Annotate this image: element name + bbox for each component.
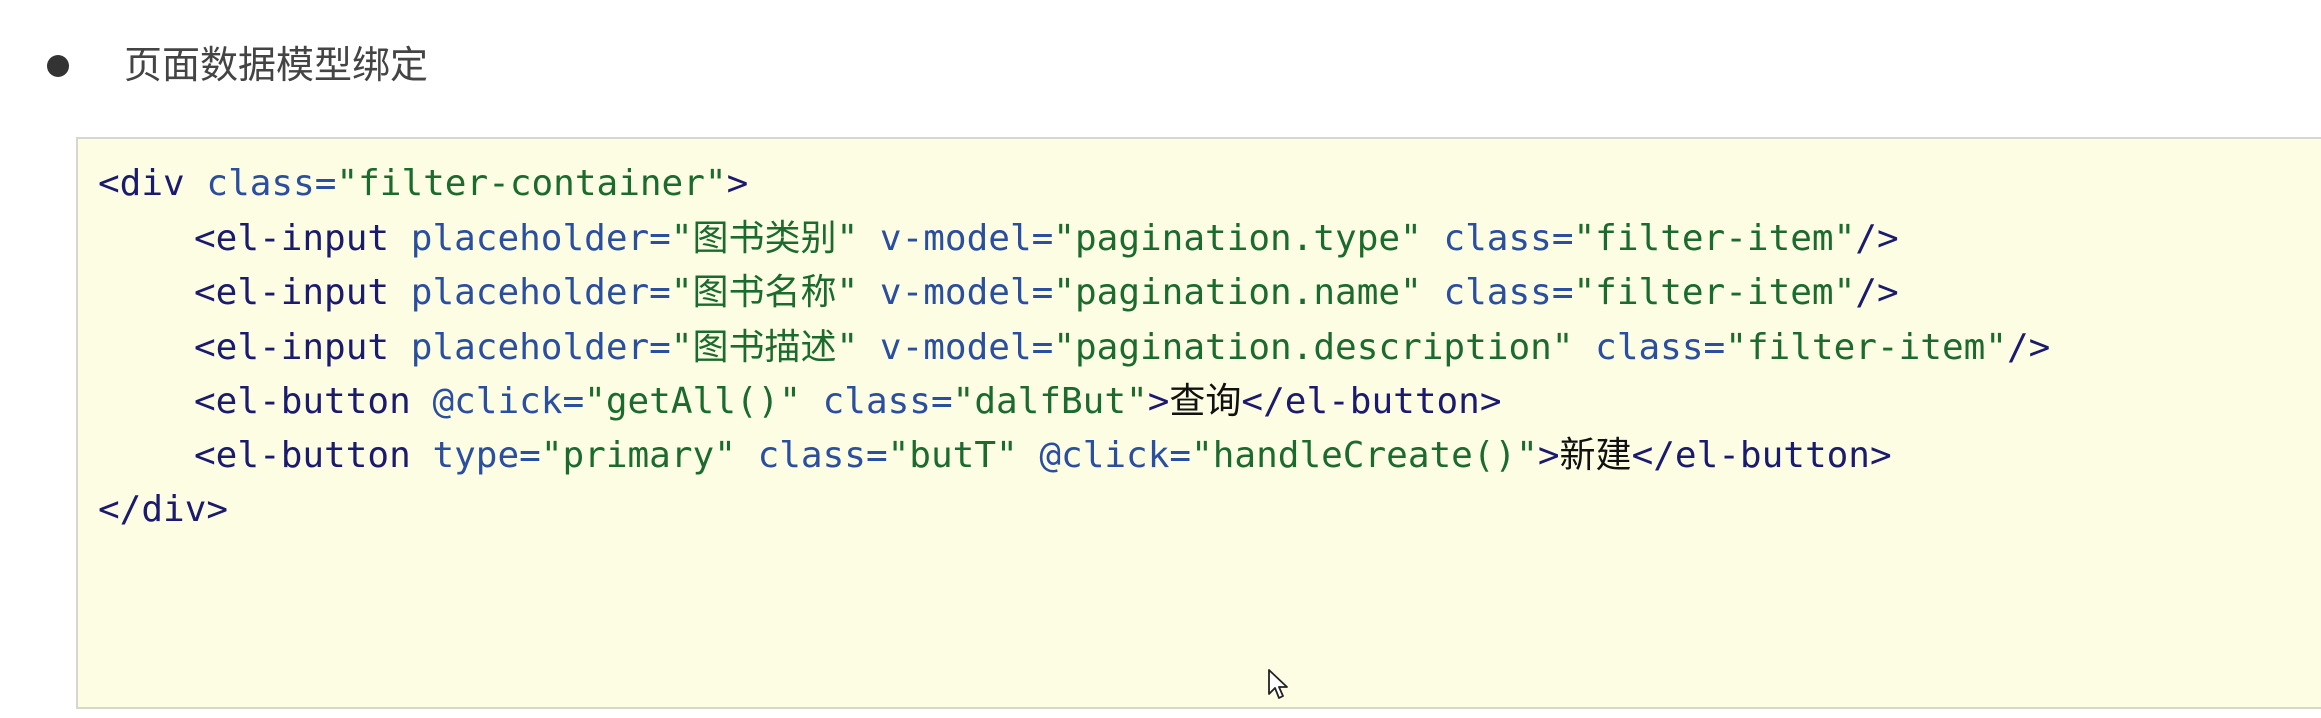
code-line: <el-input placeholder="图书类别" v-model="pa… (194, 211, 1899, 267)
code-attribute-token: placeholder= (410, 218, 671, 259)
code-value-token: "dalfBut" (952, 381, 1148, 422)
code-line: <div class="filter-container"> (98, 156, 748, 212)
code-attribute-token: @click= (1039, 435, 1192, 476)
code-tag-token: > (1537, 435, 1560, 476)
code-value-token: "handleCreate()" (1191, 435, 1538, 476)
code-attribute-token: @click= (432, 381, 585, 422)
code-text-token: 新建 (1559, 435, 1632, 476)
code-value-token: "filter-item" (1573, 218, 1856, 259)
code-value-token: "primary" (540, 435, 736, 476)
code-tag-token: <div (98, 163, 185, 204)
code-tag-token: </div> (98, 489, 229, 530)
code-tag-token: <el-input (194, 218, 390, 259)
code-value-token: "getAll()" (584, 381, 801, 422)
code-attribute-token: type= (432, 435, 541, 476)
code-value-token: "pagination.type" (1053, 218, 1422, 259)
code-tag-token: /> (2006, 327, 2051, 368)
section-heading: 页面数据模型绑定 (0, 0, 2321, 130)
code-tag-token: /> (1855, 218, 1899, 259)
code-value-token: "filter-item" (1725, 327, 2007, 368)
code-attribute-token: class= (1595, 327, 1726, 368)
code-attribute-token: class= (1443, 218, 1574, 259)
code-value-token: "pagination.description" (1053, 327, 1574, 368)
code-tag-token: > (726, 163, 749, 204)
code-line: <el-button type="primary" class="butT" @… (194, 428, 1892, 484)
code-value-token: "图书描述" (670, 327, 859, 368)
code-attribute-token: placeholder= (410, 272, 671, 313)
heading-text: 页面数据模型绑定 (124, 43, 429, 87)
code-tag-token: <el-input (194, 327, 390, 368)
code-line: <el-input placeholder="图书描述" v-model="pa… (194, 320, 2050, 376)
mouse-pointer-icon (1268, 669, 1288, 699)
code-value-token: "图书名称" (670, 272, 859, 313)
code-attribute-token: v-model= (879, 327, 1054, 368)
code-value-token: "图书类别" (670, 218, 859, 259)
code-tag-token: </el-button> (1631, 435, 1892, 476)
code-attribute-token: class= (206, 163, 337, 204)
code-tag-token: <el-input (194, 272, 390, 313)
code-tag-token: > (1147, 381, 1170, 422)
bullet-dot-icon (47, 55, 69, 77)
code-tag-token: <el-button (194, 435, 411, 476)
code-attribute-token: placeholder= (410, 327, 671, 368)
code-attribute-token: class= (1443, 272, 1574, 313)
code-line: </div> (98, 482, 228, 538)
code-line: <el-input placeholder="图书名称" v-model="pa… (194, 265, 1899, 321)
code-line: <el-button @click="getAll()" class="dalf… (194, 374, 1502, 430)
code-text-token: 查询 (1169, 381, 1242, 422)
code-value-token: "pagination.name" (1053, 272, 1422, 313)
code-tag-token: </el-button> (1241, 381, 1502, 422)
code-attribute-token: v-model= (879, 218, 1054, 259)
code-tag-token: /> (1855, 272, 1899, 313)
code-attribute-token: class= (822, 381, 953, 422)
code-tag-token: <el-button (194, 381, 411, 422)
code-block: <div class="filter-container"> <el-input … (76, 137, 2321, 709)
code-value-token: "butT" (887, 435, 1018, 476)
code-attribute-token: v-model= (879, 272, 1054, 313)
code-attribute-token: class= (757, 435, 888, 476)
code-value-token: "filter-item" (1573, 272, 1856, 313)
code-value-token: "filter-container" (336, 163, 727, 204)
